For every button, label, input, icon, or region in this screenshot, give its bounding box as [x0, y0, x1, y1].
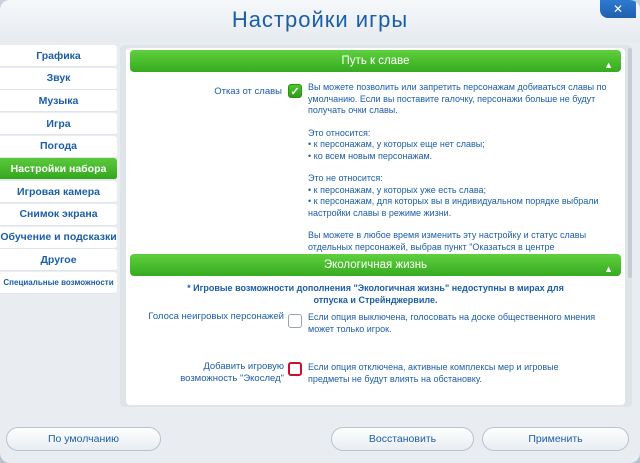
sidebar-item-accessibility[interactable]: Специальные возможности: [0, 271, 117, 294]
sidebar-item-label: Специальные возможности: [3, 277, 114, 287]
sidebar-item-label: Снимок экрана: [19, 208, 98, 221]
scrollbar[interactable]: [628, 48, 632, 278]
sidebar-item-weather[interactable]: Погода: [0, 135, 117, 158]
default-button[interactable]: По умолчанию: [6, 427, 161, 451]
sidebar-item-label: Другое: [40, 253, 77, 266]
sidebar-item-graphics[interactable]: Графика: [0, 45, 117, 67]
sidebar-item-label: Обучение и подсказки: [0, 231, 117, 243]
sidebar-item-label: Настройки набора: [10, 162, 107, 175]
sidebar-item-sound[interactable]: Звук: [0, 67, 117, 90]
close-button[interactable]: ✕: [600, 0, 636, 18]
sidebar: Графика Звук Музыка Игра Погода Настройк…: [0, 45, 117, 295]
fame-applies-2: • ко всем новым персонажам.: [308, 150, 433, 161]
sidebar-item-label: Музыка: [38, 94, 79, 107]
fame-not-applies-2: • к персонажам, для которых вы в индивид…: [308, 196, 599, 218]
sidebar-item-label: Погода: [40, 140, 77, 153]
fame-description: Вы можете позволить или запретить персон…: [308, 82, 608, 253]
sidebar-item-label: Звук: [46, 72, 71, 85]
section-header-eco[interactable]: Экологичная жизнь ▲: [130, 254, 621, 276]
eco-footprint-checkbox[interactable]: [288, 362, 302, 376]
button-label: Восстановить: [368, 433, 437, 445]
sidebar-item-tutorial[interactable]: Обучение и подсказки: [0, 226, 117, 249]
close-icon: ✕: [612, 2, 624, 16]
vote-option-label: Голоса неигровых персонажей: [148, 311, 284, 322]
sidebar-item-camera[interactable]: Игровая камера: [0, 181, 117, 204]
sidebar-item-music[interactable]: Музыка: [0, 90, 117, 113]
button-label: Применить: [528, 433, 583, 445]
sidebar-item-other[interactable]: Другое: [0, 249, 117, 272]
collapse-icon[interactable]: ▲: [604, 258, 613, 280]
apply-button[interactable]: Применить: [482, 427, 629, 451]
button-label: По умолчанию: [47, 433, 119, 445]
settings-window: Настройки игры ✕ Графика Звук Музыка Игр…: [0, 0, 640, 463]
title-bar: Настройки игры ✕: [0, 0, 640, 42]
sidebar-item-label: Игровая камера: [17, 185, 100, 198]
eco-notice: * Игровые возможности дополнения "Эколог…: [187, 283, 564, 305]
section-title: Экологичная жизнь: [323, 259, 428, 271]
fame-applies-1: • к персонажам, у которых еще нет славы;: [308, 139, 485, 149]
restore-button[interactable]: Восстановить: [331, 427, 474, 451]
section-title: Путь к славе: [341, 55, 410, 67]
fame-desc-2: Вы можете в любое время изменить эту нас…: [308, 230, 587, 252]
checkmark-icon: ✓: [290, 85, 300, 98]
settings-content: Путь к славе ▲ Отказ от славы ✓ Вы может…: [126, 48, 625, 405]
sidebar-item-game[interactable]: Игра: [0, 113, 117, 136]
fame-applies-title: Это относится:: [308, 127, 371, 138]
fame-option-label: Отказ от славы: [214, 86, 282, 97]
sidebar-item-label: Игра: [46, 117, 71, 130]
eco-option-label: Добавить игровую возможность "Экослед": [180, 361, 284, 384]
fame-checkbox[interactable]: ✓: [288, 84, 302, 98]
fame-not-applies-1: • к персонажам, у которых уже есть слава…: [308, 184, 487, 195]
eco-description: Если опция отключена, активные комплексы…: [308, 362, 559, 384]
sidebar-item-screenshot[interactable]: Снимок экрана: [0, 203, 117, 226]
sidebar-item-label: Графика: [36, 49, 81, 62]
collapse-icon[interactable]: ▲: [604, 54, 613, 76]
page-title: Настройки игры: [231, 7, 409, 32]
vote-description: Если опция выключена, голосовать на доск…: [308, 312, 596, 334]
section-header-fame[interactable]: Путь к славе ▲: [130, 50, 621, 72]
fame-not-applies-title: Это не относится:: [308, 173, 383, 183]
fame-desc-1: Вы можете позволить или запретить персон…: [308, 82, 607, 115]
sidebar-item-pack-settings[interactable]: Настройки набора: [0, 158, 117, 181]
vote-checkbox[interactable]: [288, 314, 302, 328]
